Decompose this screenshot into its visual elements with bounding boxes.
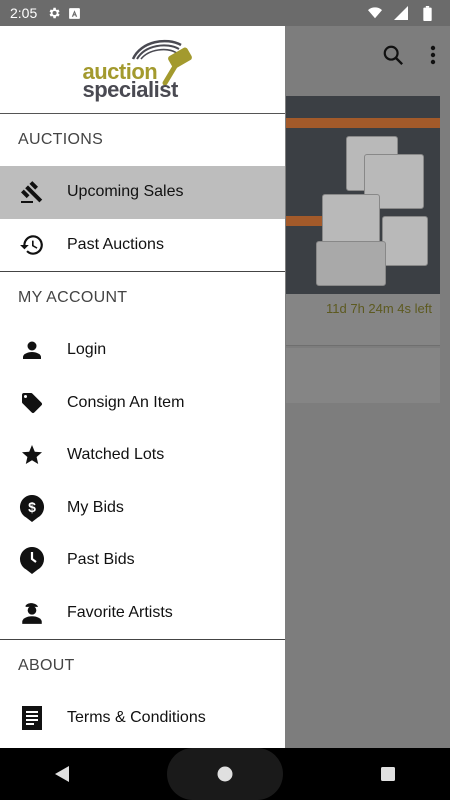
history-icon [17, 230, 47, 260]
document-icon [17, 703, 47, 733]
menu-item-upcoming-sales[interactable]: Upcoming Sales [0, 166, 285, 219]
status-time: 2:05 [10, 5, 38, 21]
menu-label: Consign An Item [67, 393, 185, 411]
status-bar: 2:05 [0, 0, 450, 26]
menu-item-terms-conditions[interactable]: Terms & Conditions [0, 692, 285, 745]
dollar-pin-icon: $ [17, 493, 47, 523]
home-icon [217, 766, 233, 782]
logo-text-specialist: specialist [82, 76, 179, 102]
section-title-my-account: MY ACCOUNT [18, 289, 128, 306]
menu-label: Upcoming Sales [67, 183, 184, 201]
auction-card-second[interactable] [286, 348, 440, 403]
menu-label: Terms & Conditions [67, 709, 206, 727]
menu-label: Past Bids [67, 551, 135, 569]
menu-item-consign-an-item[interactable]: Consign An Item [0, 377, 285, 430]
menu-item-watched-lots[interactable]: Watched Lots [0, 429, 285, 482]
settings-icon [47, 6, 61, 20]
menu-label: Login [67, 341, 107, 359]
app-toolbar [280, 26, 450, 88]
menu-label: Watched Lots [67, 446, 165, 464]
home-button[interactable] [166, 748, 283, 800]
navigation-drawer: auction specialist AUCTIONS Upcoming Sal… [0, 26, 285, 748]
menu-item-my-bids[interactable]: $ My Bids [0, 482, 285, 535]
signal-icon [394, 6, 408, 20]
clock-pin-icon [17, 545, 47, 575]
menu-item-past-auctions[interactable]: Past Auctions [0, 219, 285, 272]
menu-item-past-bids[interactable]: Past Bids [0, 534, 285, 587]
menu-item-login[interactable]: Login [0, 324, 285, 377]
menu-label: Past Auctions [67, 235, 164, 253]
artist-icon [17, 598, 47, 628]
search-icon[interactable] [382, 44, 404, 71]
section-title-auctions: AUCTIONS [18, 131, 104, 148]
section-title-about: ABOUT [18, 657, 75, 674]
wifi-icon [368, 6, 382, 20]
menu-label: My Bids [67, 498, 124, 516]
time-left-text: 11d 7h 24m 4s left [326, 301, 432, 316]
person-icon [17, 335, 47, 365]
notification-a-icon [67, 6, 81, 20]
system-nav-bar [0, 748, 450, 800]
tag-icon [17, 388, 47, 418]
gavel-icon [17, 177, 47, 207]
overflow-menu-icon[interactable] [430, 45, 436, 70]
auction-specialist-logo: auction specialist [83, 35, 203, 105]
recents-icon[interactable] [368, 754, 408, 794]
back-icon[interactable] [42, 754, 82, 794]
menu-item-favorite-artists[interactable]: Favorite Artists [0, 587, 285, 640]
drawer-header: auction specialist [0, 26, 285, 114]
svg-text:$: $ [28, 499, 36, 515]
battery-icon [420, 5, 434, 21]
star-icon [17, 440, 47, 470]
menu-label: Favorite Artists [67, 603, 173, 621]
auction-card-image[interactable] [286, 96, 440, 294]
